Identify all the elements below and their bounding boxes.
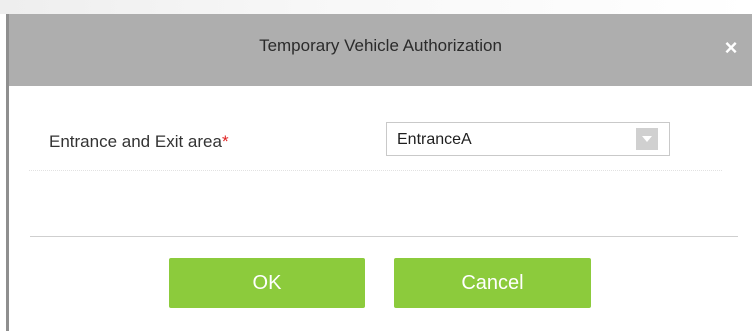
select-value: EntranceA <box>397 131 472 148</box>
entrance-exit-area-label: Entrance and Exit area* <box>49 132 229 152</box>
dialog-title-bar: Temporary Vehicle Authorization × <box>9 14 752 86</box>
ok-button[interactable]: OK <box>169 258 365 308</box>
dropdown-button[interactable] <box>636 128 658 150</box>
temporary-vehicle-authorization-dialog: Temporary Vehicle Authorization × Entran… <box>6 14 752 331</box>
required-marker: * <box>221 132 229 151</box>
entrance-exit-area-select[interactable]: EntranceA <box>386 122 670 156</box>
entrance-exit-area-label-text: Entrance and Exit area <box>49 132 222 151</box>
footer-divider <box>30 236 738 237</box>
chevron-down-icon <box>642 136 652 142</box>
page-background <box>0 0 752 14</box>
form-row-entrance-exit-area: Entrance and Exit area* EntranceA <box>29 86 722 171</box>
cancel-button[interactable]: Cancel <box>394 258 591 308</box>
dialog-title: Temporary Vehicle Authorization <box>259 36 502 55</box>
close-icon[interactable]: × <box>720 37 742 59</box>
